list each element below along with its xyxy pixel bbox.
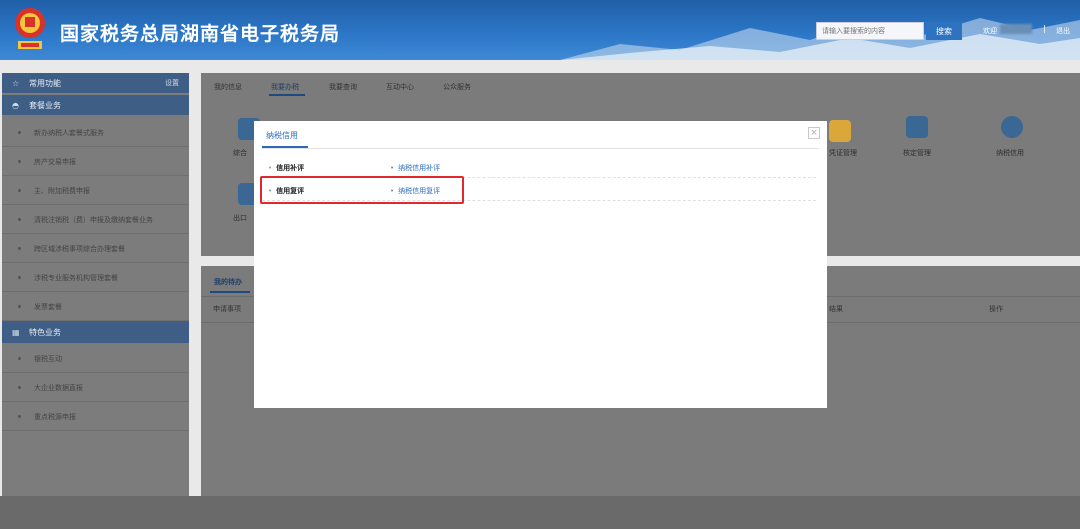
grid-icon: ▦	[12, 327, 20, 337]
national-emblem-logo	[15, 8, 45, 49]
highlight-box	[260, 176, 464, 204]
sidebar-package-label: 套餐业务	[29, 100, 61, 110]
sidebar-item-special[interactable]: 银税互动	[2, 345, 189, 373]
sidebar-item-label: 跨区域涉税事项综合办理套餐	[34, 244, 125, 253]
sidebar-setting-link[interactable]: 设置	[165, 78, 179, 88]
sidebar-item-special[interactable]: 大企业数据直报	[2, 374, 189, 402]
sidebar-item-label: 新办纳税人套餐式服务	[34, 128, 104, 137]
tab-my-todo[interactable]: 我的待办	[214, 277, 242, 287]
shield-check-icon[interactable]	[1001, 116, 1023, 138]
star-icon: ☆	[12, 78, 20, 88]
sidebar-item-label: 大企业数据直报	[34, 383, 83, 392]
tab-my-info[interactable]: 我的信息	[214, 82, 242, 92]
bullet-icon	[18, 305, 21, 308]
divider	[262, 148, 819, 149]
tab-public-service[interactable]: 公众服务	[443, 82, 471, 92]
tile-label[interactable]: 核定管理	[903, 148, 931, 158]
modal-title: 纳税信用	[266, 131, 298, 140]
bullet-icon	[18, 160, 21, 163]
bullet-icon	[18, 189, 21, 192]
sidebar-item-package[interactable]: 房产交易申报	[2, 148, 189, 176]
tile-label[interactable]: 纳税信用	[996, 148, 1024, 158]
bullet-icon	[18, 357, 21, 360]
site-header: 国家税务总局湖南省电子税务局 搜索 欢迎 | 退出	[0, 0, 1080, 60]
sidebar-item-label: 银税互动	[34, 354, 62, 363]
sidebar-item-label: 清税注销税（费）申报及缴纳套餐业务	[34, 215, 153, 224]
sidebar-item-label: 发票套餐	[34, 302, 62, 311]
tile-label[interactable]: 综合	[233, 148, 247, 158]
bullet-icon	[18, 131, 21, 134]
column-header-action: 操作	[989, 305, 1003, 313]
logout-link[interactable]: 退出	[1056, 26, 1070, 36]
sidebar-item-special[interactable]: 重点税源申报	[2, 403, 189, 431]
welcome-text: 欢迎	[983, 27, 997, 35]
sidebar-item-package[interactable]: 跨区域涉税事项综合办理套餐	[2, 235, 189, 263]
sidebar-item-label: 涉税专业服务机构管理套餐	[34, 273, 118, 282]
search-input[interactable]	[816, 22, 924, 40]
sidebar-item-package[interactable]: 涉税专业服务机构管理套餐	[2, 264, 189, 292]
package-icon: ◓	[12, 100, 19, 110]
header-separator: |	[1043, 24, 1046, 33]
bullet-icon	[18, 415, 21, 418]
column-header-item: 申请事项	[213, 305, 241, 313]
certificate-icon[interactable]	[829, 120, 851, 142]
sidebar-item-label: 重点税源申报	[34, 412, 76, 421]
close-icon[interactable]: ×	[808, 127, 820, 139]
sidebar-item-label: 主、附加税费申报	[34, 186, 90, 195]
active-tab-indicator	[269, 94, 305, 96]
credit-supplement-link[interactable]: 纳税信用补评	[390, 163, 440, 173]
active-tab-indicator	[210, 291, 250, 293]
sidebar-item-label: 房产交易申报	[34, 157, 76, 166]
sidebar-special-label: 特色业务	[29, 327, 61, 337]
monitor-icon[interactable]	[906, 116, 928, 138]
tile-label[interactable]: 凭证管理	[829, 148, 857, 158]
sidebar: ☆ 常用功能 设置 ◓ 套餐业务 新办纳税人套餐式服务 房产交易申报 主、附加税…	[2, 73, 189, 496]
bullet-icon	[18, 276, 21, 279]
sidebar-item-package[interactable]: 清税注销税（费）申报及缴纳套餐业务	[2, 206, 189, 234]
search-button[interactable]: 搜索	[926, 22, 962, 40]
sidebar-item-package[interactable]: 发票套餐	[2, 293, 189, 321]
site-title: 国家税务总局湖南省电子税务局	[60, 23, 341, 45]
credit-modal: 纳税信用 × 信用补评 纳税信用补评 信用复评 纳税信用复评	[254, 121, 827, 408]
bullet-icon	[18, 386, 21, 389]
sidebar-special-header[interactable]: ▦ 特色业务	[2, 321, 189, 343]
tab-interaction[interactable]: 互动中心	[386, 82, 414, 92]
page-footer	[0, 496, 1080, 529]
sidebar-item-package[interactable]: 新办纳税人套餐式服务	[2, 119, 189, 147]
sidebar-package-header[interactable]: ◓ 套餐业务	[2, 95, 189, 115]
sidebar-common-label: 常用功能	[29, 78, 61, 88]
modal-category: 信用补评	[268, 163, 304, 173]
user-name-redacted	[1000, 24, 1032, 34]
tile-label[interactable]: 出口	[233, 213, 247, 223]
modal-row: 信用补评 纳税信用补评	[262, 156, 816, 178]
column-header-result: 结果	[829, 305, 843, 313]
sidebar-item-package[interactable]: 主、附加税费申报	[2, 177, 189, 205]
bullet-icon	[18, 247, 21, 250]
tab-query[interactable]: 我要查询	[329, 82, 357, 92]
tab-handle-tax[interactable]: 我要办税	[271, 82, 299, 92]
bullet-icon	[18, 218, 21, 221]
sidebar-common-header[interactable]: ☆ 常用功能 设置	[2, 73, 189, 93]
